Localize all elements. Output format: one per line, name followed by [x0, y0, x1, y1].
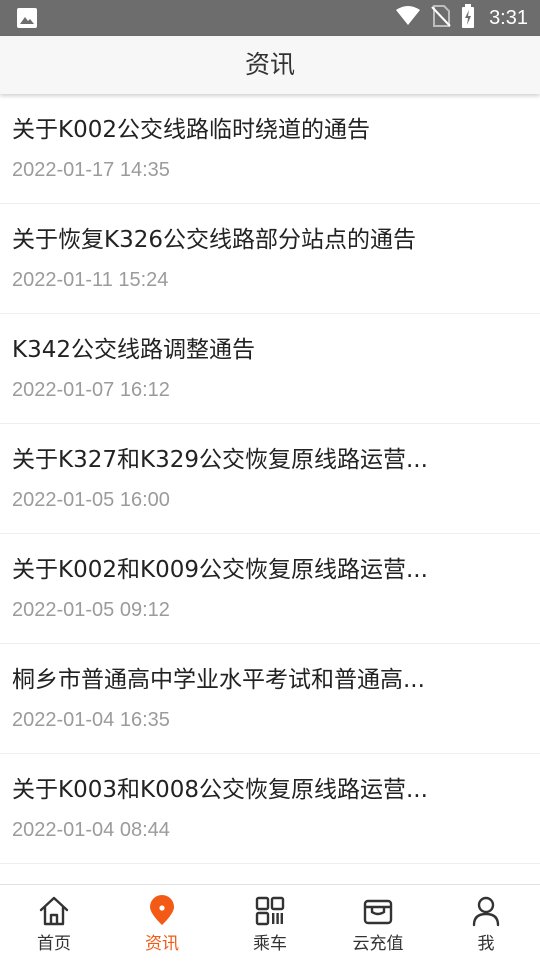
news-title: 桐乡市普通高中学业水平考试和普通高... [12, 667, 425, 693]
news-date: 2022-01-05 16:00 [12, 489, 170, 511]
news-title: 关于K327和K329公交恢复原线路运营... [12, 447, 428, 473]
status-time: 3:31 [489, 6, 528, 29]
status-bar: 3:31 [0, 0, 540, 36]
tab-news[interactable]: 资讯 [108, 885, 216, 961]
news-date: 2022-01-04 16:35 [12, 709, 170, 731]
news-date: 2022-01-07 16:12 [12, 379, 170, 401]
battery-charging-icon [461, 4, 475, 32]
news-date: 2022-01-05 09:12 [12, 599, 170, 621]
news-item[interactable]: 关于K003和K008公交恢复原线路运营... 2022-01-04 08:44 [0, 754, 540, 864]
no-sim-icon [431, 5, 451, 31]
bottom-tab-bar: 首页 资讯 乘车 云充值 我 [0, 884, 540, 961]
tab-label: 首页 [37, 934, 71, 954]
tab-ride[interactable]: 乘车 [216, 885, 324, 961]
location-pin-icon [146, 895, 178, 927]
news-title: 关于K002和K009公交恢复原线路运营... [12, 557, 428, 583]
image-notification-icon [16, 7, 38, 29]
tab-home[interactable]: 首页 [0, 885, 108, 961]
tab-label: 云充值 [352, 934, 404, 954]
news-item[interactable]: 关于K002公交线路临时绕道的通告 2022-01-17 14:35 [0, 94, 540, 204]
home-icon [38, 895, 70, 927]
news-date: 2022-01-17 14:35 [12, 159, 170, 181]
news-item[interactable]: 关于恢复K326公交线路部分站点的通告 2022-01-11 15:24 [0, 204, 540, 314]
tab-label: 我 [477, 934, 495, 954]
news-date: 2022-01-04 08:44 [12, 819, 170, 841]
person-icon [470, 895, 502, 927]
tab-me[interactable]: 我 [432, 885, 540, 961]
news-item[interactable]: 关于K002和K009公交恢复原线路运营... 2022-01-05 09:12 [0, 534, 540, 644]
news-item[interactable]: K342公交线路调整通告 2022-01-07 16:12 [0, 314, 540, 424]
news-title: 关于K003和K008公交恢复原线路运营... [12, 777, 428, 803]
news-list: 关于K002公交线路临时绕道的通告 2022-01-17 14:35 关于恢复K… [0, 94, 540, 884]
news-item[interactable]: 关于K327和K329公交恢复原线路运营... 2022-01-05 16:00 [0, 424, 540, 534]
tab-label: 乘车 [253, 934, 287, 954]
tab-recharge[interactable]: 云充值 [324, 885, 432, 961]
news-date: 2022-01-11 15:24 [12, 269, 169, 291]
wifi-icon [395, 5, 421, 31]
qr-code-icon [254, 895, 286, 927]
news-title: 关于恢复K326公交线路部分站点的通告 [12, 227, 416, 253]
page-title: 资讯 [0, 36, 540, 94]
news-title: 关于K002公交线路临时绕道的通告 [12, 117, 370, 143]
tab-label: 资讯 [145, 934, 179, 954]
news-title: K342公交线路调整通告 [12, 337, 255, 363]
wallet-icon [362, 895, 394, 927]
news-item[interactable]: 桐乡市普通高中学业水平考试和普通高... 2022-01-04 16:35 [0, 644, 540, 754]
